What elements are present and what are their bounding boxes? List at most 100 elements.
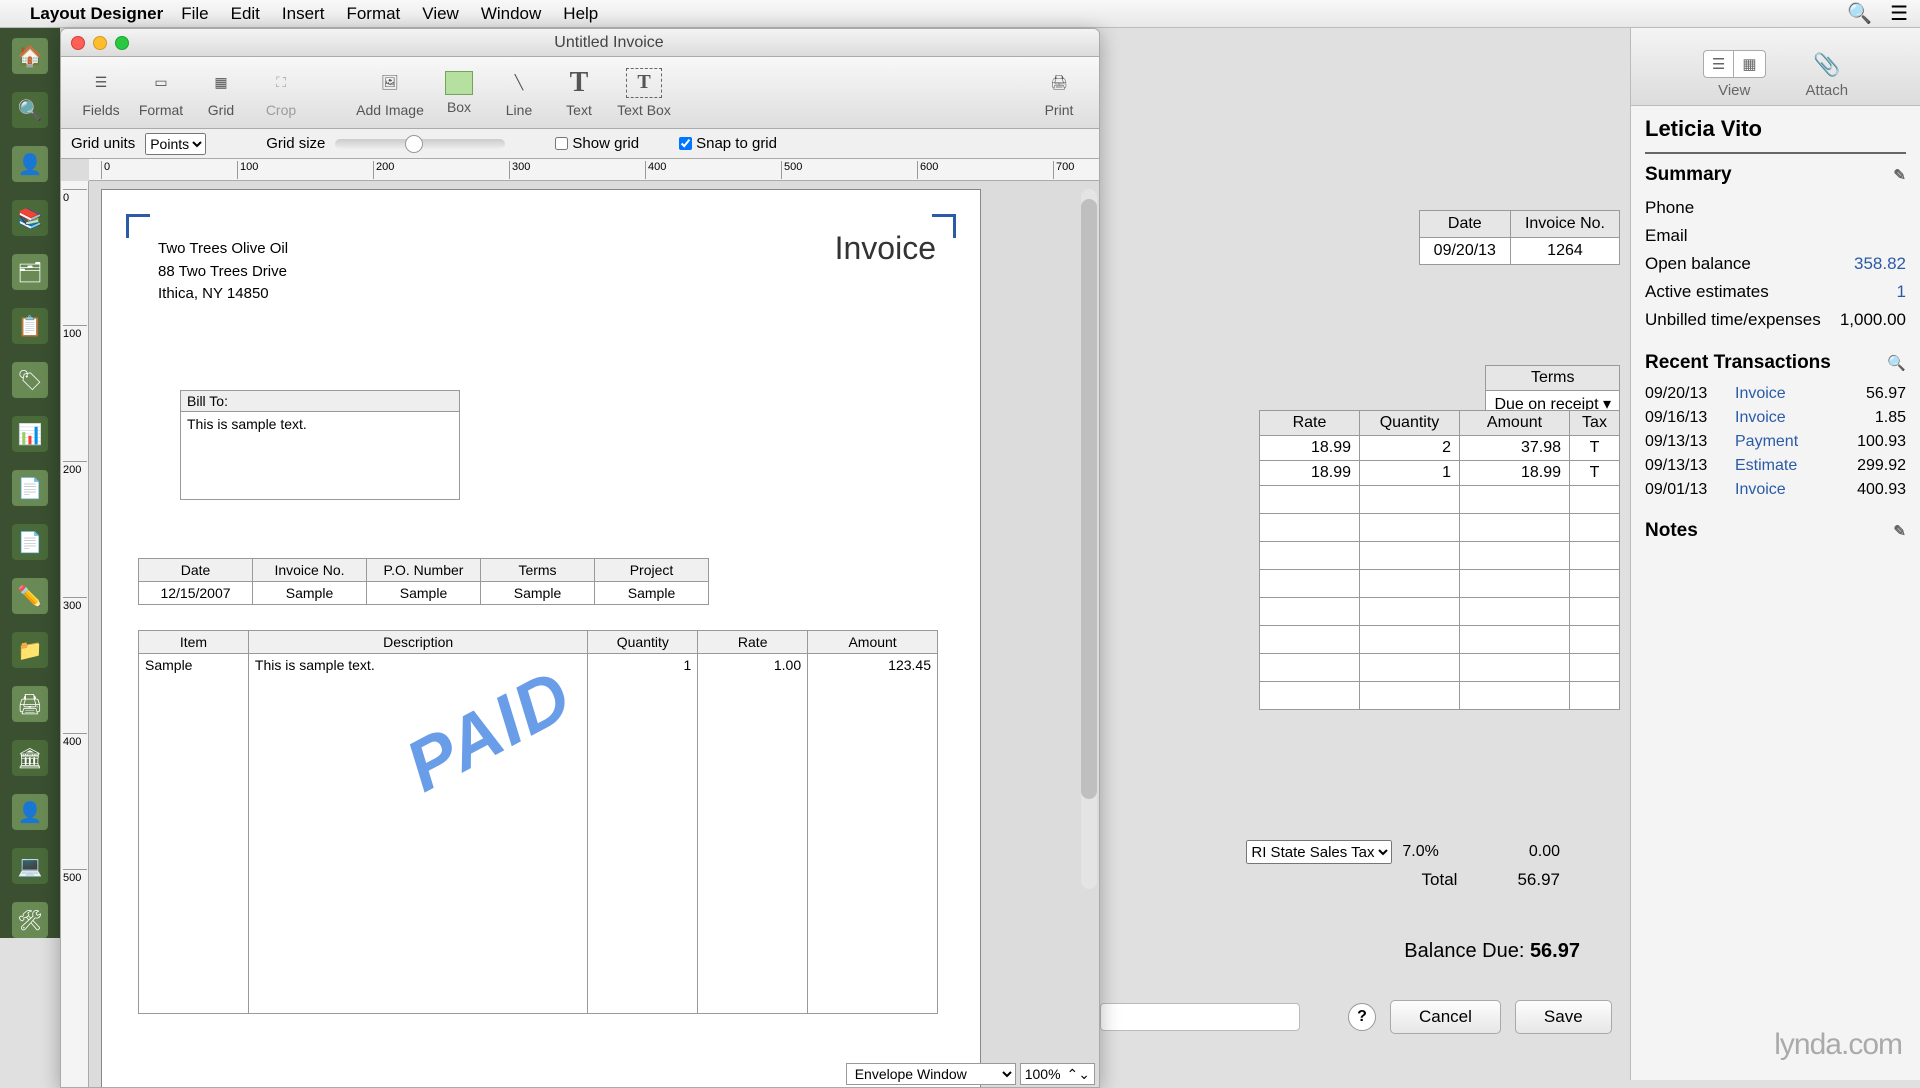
tax-row: RI State Sales Tax 7.0% 0.00 (1246, 840, 1560, 864)
designer-window: Untitled Invoice ☰Fields ▭Format ▦Grid ⛶… (60, 28, 1100, 1088)
fields-button[interactable]: ☰Fields (71, 61, 131, 125)
tax-percent: 7.0% (1402, 843, 1438, 861)
help-button[interactable]: ? (1348, 1003, 1376, 1031)
dock-icon-folder[interactable]: 📁 (12, 632, 48, 668)
bill-to-box[interactable]: Bill To: This is sample text. (180, 390, 460, 500)
dock-icon-computer[interactable]: 💻 (12, 848, 48, 884)
dock-icon-bank[interactable]: 🏛 (12, 740, 48, 776)
memo-input[interactable] (1100, 1003, 1300, 1031)
dock-icon-doc2[interactable]: 📄 (12, 524, 48, 560)
attach-icon[interactable]: 📎 (1813, 52, 1840, 78)
line-button[interactable]: ╲Line (489, 61, 549, 125)
tax-item-select[interactable]: RI State Sales Tax (1246, 840, 1392, 864)
recent-transactions-heading: Recent Transactions (1645, 352, 1831, 374)
menu-edit[interactable]: Edit (231, 4, 260, 24)
box-button[interactable]: Box (429, 61, 489, 125)
close-icon[interactable] (71, 36, 85, 50)
grid-units-label: Grid units (71, 135, 135, 152)
menu-help[interactable]: Help (563, 4, 598, 24)
transaction-row[interactable]: 09/20/13Invoice56.97 (1645, 382, 1906, 406)
toolbar: ☰Fields ▭Format ▦Grid ⛶Crop 🖼Add Image B… (61, 57, 1099, 129)
zoom-icon[interactable] (115, 36, 129, 50)
text-button[interactable]: TText (549, 61, 609, 125)
open-balance-value[interactable]: 358.82 (1854, 254, 1906, 274)
grid-units-select[interactable]: Points (145, 133, 206, 155)
phone-label: Phone (1645, 198, 1694, 218)
menu-window[interactable]: Window (481, 4, 541, 24)
text-box-button[interactable]: TText Box (609, 61, 679, 125)
save-button[interactable]: Save (1515, 1000, 1612, 1034)
dock-icon-clipboard[interactable]: 📋 (12, 308, 48, 344)
add-image-button[interactable]: 🖼Add Image (351, 61, 429, 125)
menu-view[interactable]: View (422, 4, 459, 24)
minimize-icon[interactable] (93, 36, 107, 50)
menu-format[interactable]: Format (346, 4, 400, 24)
unbilled-label: Unbilled time/expenses (1645, 310, 1821, 330)
dock-icon-doc[interactable]: 📄 (12, 470, 48, 506)
cancel-button[interactable]: Cancel (1390, 1000, 1501, 1034)
right-panel: ☰▦ View 📎 Attach Leticia Vito Summary✎ P… (1630, 28, 1920, 1080)
dock-icon-write[interactable]: ✏️ (12, 578, 48, 614)
document-title[interactable]: Invoice (835, 230, 936, 267)
layout-page[interactable]: Two Trees Olive Oil 88 Two Trees Drive I… (101, 189, 981, 1087)
ruler-horizontal: 0 100 200 300 400 500 600 700 (89, 159, 1099, 181)
watermark: lynda.com (1774, 1028, 1902, 1062)
transaction-row[interactable]: 09/13/13Estimate299.92 (1645, 454, 1906, 478)
canvas-area: 0 100 200 300 400 500 600 700 0 100 200 … (61, 159, 1099, 1087)
grid-view-icon: ▦ (1734, 51, 1764, 77)
menu-extras-icon[interactable]: ☰ (1890, 1, 1908, 26)
zoom-stepper[interactable]: 100% ⌃⌄ (1020, 1063, 1095, 1085)
list-view-icon: ☰ (1704, 51, 1734, 77)
edit-summary-icon[interactable]: ✎ (1893, 166, 1906, 184)
view-toggle[interactable]: ☰▦ (1703, 50, 1766, 78)
tax-amount: 0.00 (1529, 843, 1560, 861)
show-grid-checkbox[interactable]: Show grid (555, 135, 639, 152)
format-button[interactable]: ▭Format (131, 61, 191, 125)
grid-options-bar: Grid units Points Grid size Show grid Sn… (61, 129, 1099, 159)
dock-icon-print[interactable]: 🖨 (12, 686, 48, 722)
dock-icon-search[interactable]: 🔍 (12, 92, 48, 128)
envelope-window-select[interactable]: Envelope Window (846, 1063, 1016, 1085)
left-dock: 🏠 🔍 👤 📚 🗂 📋 🏷 📊 📄 📄 ✏️ 📁 🖨 🏛 👤 💻 🛠 (0, 28, 60, 938)
date-invoice-no[interactable]: DateInvoice No. 09/20/131264 (1419, 210, 1620, 265)
print-button[interactable]: 🖨Print (1029, 61, 1089, 125)
invoice-meta-table[interactable]: Date Invoice No. P.O. Number Terms Proje… (138, 558, 709, 605)
email-label: Email (1645, 226, 1688, 246)
transaction-row[interactable]: 09/13/13Payment100.93 (1645, 430, 1906, 454)
active-estimates-label: Active estimates (1645, 282, 1769, 302)
menubar: Layout Designer File Edit Insert Format … (0, 0, 1920, 28)
bill-to-sample: This is sample text. (181, 412, 459, 436)
dock-icon-user[interactable]: 👤 (12, 794, 48, 830)
dock-icon-employee[interactable]: 🗂 (12, 254, 48, 290)
dock-icon-reports[interactable]: 📊 (12, 416, 48, 452)
scrollbar-vertical[interactable] (1081, 189, 1097, 889)
grid-button[interactable]: ▦Grid (191, 61, 251, 125)
search-transactions-icon[interactable]: 🔍 (1887, 354, 1906, 372)
spotlight-icon[interactable]: 🔍 (1847, 1, 1872, 26)
dock-icon-home[interactable]: 🏠 (12, 38, 48, 74)
active-estimates-value[interactable]: 1 (1897, 282, 1906, 302)
notes-heading: Notes (1645, 520, 1698, 542)
company-address-block[interactable]: Two Trees Olive Oil 88 Two Trees Drive I… (158, 238, 288, 306)
invoice-line-items[interactable]: Rate Quantity Amount Tax 18.99 2 37.98 T… (1259, 410, 1620, 710)
edit-notes-icon[interactable]: ✎ (1893, 522, 1906, 540)
transaction-row[interactable]: 09/16/13Invoice1.85 (1645, 406, 1906, 430)
window-title: Untitled Invoice (129, 34, 1089, 52)
customer-name: Leticia Vito (1645, 116, 1906, 142)
dock-icon-customer[interactable]: 👤 (12, 146, 48, 182)
unbilled-value: 1,000.00 (1840, 310, 1906, 330)
open-balance-label: Open balance (1645, 254, 1751, 274)
transaction-row[interactable]: 09/01/13Invoice400.93 (1645, 478, 1906, 502)
grid-size-slider[interactable] (335, 139, 505, 149)
dock-icon-tag[interactable]: 🏷 (12, 362, 48, 398)
snap-to-grid-checkbox[interactable]: Snap to grid (679, 135, 777, 152)
app-name[interactable]: Layout Designer (30, 4, 163, 24)
total-row: Total 56.97 (1422, 870, 1560, 890)
dock-icon-tools[interactable]: 🛠 (12, 902, 48, 938)
form-action-row: ? Cancel Save (1100, 1000, 1612, 1034)
crop-button[interactable]: ⛶Crop (251, 61, 311, 125)
menu-insert[interactable]: Insert (282, 4, 325, 24)
menu-file[interactable]: File (181, 4, 208, 24)
window-titlebar[interactable]: Untitled Invoice (61, 29, 1099, 57)
dock-icon-vendor[interactable]: 📚 (12, 200, 48, 236)
